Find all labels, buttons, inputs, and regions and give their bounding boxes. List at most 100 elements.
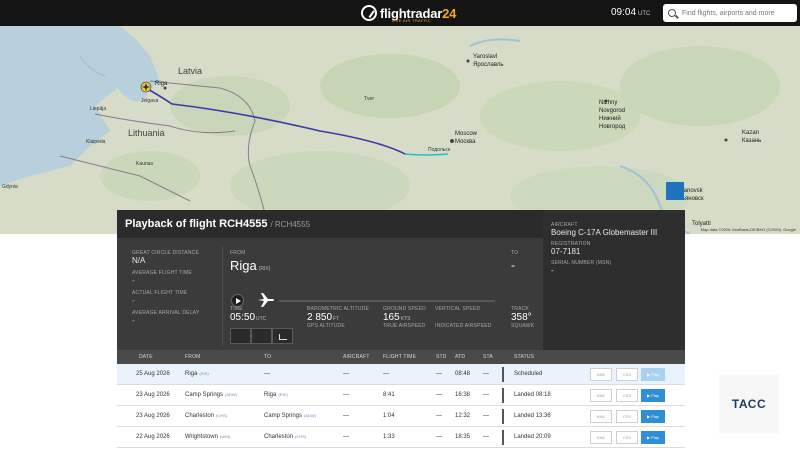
- play-flight-button[interactable]: ▶ Play: [641, 410, 665, 423]
- map-label-gdynia: Gdynia: [2, 184, 18, 190]
- to-label: TO: [511, 250, 519, 256]
- status-text: Landed 20:09: [514, 434, 551, 440]
- origin-block: FROM Riga (RIX): [230, 250, 270, 273]
- flight-history-table: DATE FROM TO AIRCRAFT FLIGHT TIME STD AT…: [117, 350, 685, 454]
- aircraft-info: AIRCRAFT Boeing C-17A Globemaster III RE…: [543, 210, 685, 350]
- play-flight-button[interactable]: ▶ Play: [641, 431, 665, 444]
- altitude-value: 2 850FT: [307, 312, 340, 323]
- playback-panel: Playback of flight RCH4555 / RCH4555 GRE…: [117, 210, 685, 350]
- registration-value[interactable]: 07-7181: [551, 247, 677, 256]
- flight-title: Playback of flight RCH4555: [125, 218, 268, 230]
- actual-flight-time-value: -: [132, 296, 135, 305]
- origin-city[interactable]: Riga (RIX): [230, 258, 270, 273]
- map-label-moscow: Moscow: [455, 131, 478, 137]
- view-toggle-button[interactable]: [230, 328, 251, 344]
- map-label-moscow-ru: Москва: [455, 139, 476, 145]
- map-label-kazan: Kazan: [742, 130, 760, 136]
- panel-body: GREAT CIRCLE DISTANCE N/A AVERAGE FLIGHT …: [117, 238, 543, 350]
- map-control-square[interactable]: [666, 182, 684, 200]
- radar-logo-icon: [361, 5, 377, 21]
- view-buttons: [230, 328, 293, 344]
- kml-button[interactable]: KML: [590, 431, 612, 444]
- csv-button[interactable]: CSV: [616, 431, 638, 444]
- map-label-novgorod: Novgorod: [599, 108, 626, 114]
- col-sta: STA: [483, 354, 493, 360]
- search-input[interactable]: Find flights, airports and more: [682, 10, 775, 17]
- destination-city: -: [511, 258, 515, 272]
- panel-header: Playback of flight RCH4555 / RCH4555: [117, 210, 543, 238]
- kml-button[interactable]: KML: [590, 410, 612, 423]
- status-text: Landed 13:36: [514, 413, 551, 419]
- avg-flight-time-value: -: [132, 276, 135, 285]
- serial-value: -: [551, 266, 554, 275]
- search-box[interactable]: Find flights, airports and more: [663, 4, 797, 22]
- panel-divider: [222, 246, 223, 346]
- map-label-yaroslavl-ru: Ярославль: [473, 62, 504, 68]
- map-label-latvia: Latvia: [178, 66, 203, 76]
- status-text: Landed 08:18: [514, 392, 551, 398]
- status-indicator: [502, 409, 504, 424]
- csv-button[interactable]: CSV: [616, 410, 638, 423]
- map-canvas: [0, 26, 800, 234]
- map-label-tver: Tver: [364, 96, 374, 102]
- col-status: STATUS: [514, 354, 535, 360]
- flight-subtitle: / RCH4555: [270, 219, 311, 229]
- table-header: DATE FROM TO AIRCRAFT FLIGHT TIME STD AT…: [117, 350, 685, 364]
- map-label-kazan-ru: Казань: [742, 138, 762, 144]
- ground-speed-value: 165KTS: [383, 312, 411, 323]
- tass-logo-text: ТАСС: [731, 397, 767, 411]
- time-value: 05:50UTC: [230, 312, 267, 323]
- destination-block: TO -: [511, 250, 518, 272]
- status-indicator: [502, 367, 504, 382]
- table-row[interactable]: 23 Aug 2026 Camp Springs (ADW) Riga (RIX) …: [117, 385, 685, 406]
- map-label-novgorod-ru: Новгород: [599, 124, 626, 130]
- map-label-nizhny: Nizhny: [599, 100, 618, 106]
- status-text: Scheduled: [514, 371, 543, 377]
- col-std: STD: [436, 354, 447, 360]
- utc-clock: 09:04 UTC: [611, 7, 651, 18]
- map-view[interactable]: Latvia Lithuania Riga Jelgava Liepāja Kl…: [0, 26, 800, 234]
- map-label-liepaja: Liepāja: [90, 106, 107, 112]
- map-label-jelgava: Jelgava: [141, 98, 159, 104]
- col-from: FROM: [185, 354, 201, 360]
- map-attribution: Map data ©2026 GeoBasis-DE/BKG (©2009), …: [700, 227, 796, 232]
- search-icon: [668, 9, 676, 17]
- playback-progress-slider[interactable]: [279, 300, 495, 302]
- top-bar: flightradar24 LIVE AIR TRAFFIC 09:04 UTC …: [0, 0, 800, 26]
- map-label-yaroslavl: Yaroslavl: [473, 54, 498, 60]
- altitude-stat: BAROMETRIC ALTITUDE 2 850FT GPS ALTITUDE: [307, 306, 370, 329]
- map-label-lithuania: Lithuania: [128, 128, 165, 138]
- map-label-klaipeda: Klaipėda: [86, 139, 106, 145]
- track-stat: TRACK 358° SQUAWK: [511, 306, 535, 329]
- kml-button[interactable]: KML: [590, 389, 612, 402]
- view-toggle-button[interactable]: [251, 328, 272, 344]
- kml-button[interactable]: KML: [590, 368, 612, 381]
- col-to: TO: [264, 354, 272, 360]
- tass-watermark: ТАСС: [719, 374, 779, 434]
- altitude-chart-icon[interactable]: [272, 328, 293, 344]
- status-indicator: [502, 430, 504, 445]
- great-circle-value: N/A: [132, 256, 146, 265]
- aircraft-marker-icon[interactable]: [140, 81, 152, 93]
- status-indicator: [502, 388, 504, 403]
- vertical-speed-stat: VERTICAL SPEED INDICATED AIRSPEED: [435, 306, 492, 329]
- table-row[interactable]: 22 Aug 2026 Wrightstown (WRI) Charleston(…: [117, 427, 685, 448]
- col-flight-time: FLIGHT TIME: [383, 354, 417, 360]
- map-label-nizhny-ru: Нижний: [599, 116, 621, 122]
- route-stats: GREAT CIRCLE DISTANCE N/A AVERAGE FLIGHT …: [132, 250, 222, 330]
- col-date: DATE: [139, 354, 153, 360]
- csv-button[interactable]: CSV: [616, 368, 638, 381]
- play-flight-button[interactable]: ▶ Play: [641, 368, 665, 381]
- play-flight-button[interactable]: ▶ Play: [641, 389, 665, 402]
- from-label: FROM: [230, 250, 246, 256]
- csv-button[interactable]: CSV: [616, 389, 638, 402]
- track-value: 358°: [511, 312, 532, 323]
- map-label-riga: Riga: [155, 81, 168, 87]
- speed-stat: GROUND SPEED 165KTS TRUE AIRSPEED: [383, 306, 426, 329]
- table-row[interactable]: 25 Aug 2026 Riga (RIX) — — — — 08:48 — Sc…: [117, 364, 685, 385]
- col-atd: ATD: [455, 354, 466, 360]
- map-label-kaunas: Kaunas: [136, 161, 153, 167]
- aircraft-value: Boeing C-17A Globemaster III: [551, 228, 658, 237]
- table-row[interactable]: 23 Aug 2026 Charleston (CHS) Camp Springs…: [117, 406, 685, 427]
- time-stat: TIME 05:50UTC: [230, 306, 267, 323]
